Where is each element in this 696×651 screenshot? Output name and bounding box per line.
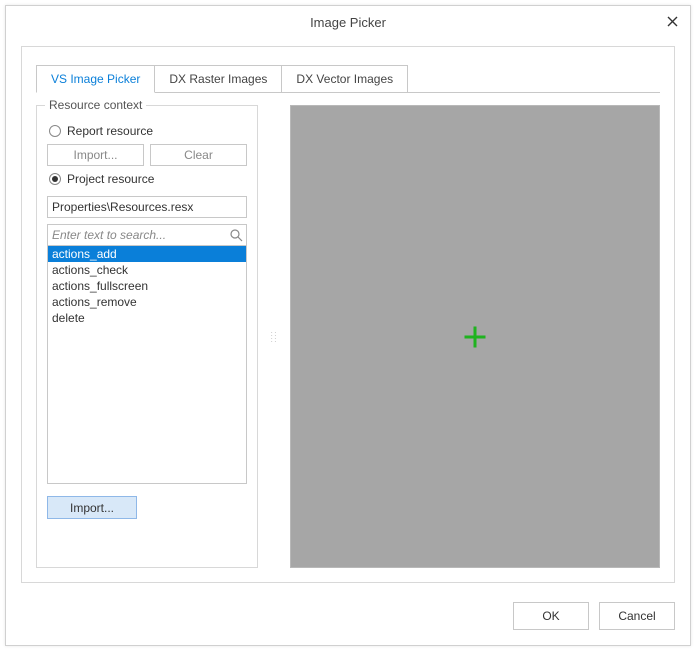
- button-label: Import...: [73, 148, 117, 162]
- radio-icon: [49, 173, 61, 185]
- resource-listbox[interactable]: actions_add actions_check actions_fullsc…: [47, 246, 247, 484]
- image-preview-panel: [290, 105, 660, 568]
- list-item-label: actions_fullscreen: [52, 279, 148, 293]
- import-report-button: Import...: [47, 144, 144, 166]
- tab-dx-raster-images[interactable]: DX Raster Images: [154, 65, 282, 93]
- report-buttons-row: Import... Clear: [47, 144, 247, 166]
- tab-vs-image-picker[interactable]: VS Image Picker: [36, 65, 155, 93]
- window-title: Image Picker: [310, 15, 386, 30]
- radio-icon: [49, 125, 61, 137]
- radio-label: Project resource: [67, 172, 154, 186]
- list-item[interactable]: actions_add: [48, 246, 246, 262]
- tab-label: VS Image Picker: [51, 72, 140, 86]
- radio-label: Report resource: [67, 124, 153, 138]
- search-input[interactable]: [47, 224, 247, 246]
- close-button[interactable]: [662, 12, 682, 32]
- button-label: Import...: [70, 501, 114, 515]
- report-resource-radio[interactable]: Report resource: [49, 124, 247, 138]
- cancel-button[interactable]: Cancel: [599, 602, 675, 630]
- splitter-handle[interactable]: ········: [270, 105, 278, 568]
- dialog-body-frame: VS Image Picker DX Raster Images DX Vect…: [21, 46, 675, 583]
- tabstrip: VS Image Picker DX Raster Images DX Vect…: [36, 65, 407, 93]
- tab-dx-vector-images[interactable]: DX Vector Images: [281, 65, 408, 93]
- resx-path-input[interactable]: [47, 196, 247, 218]
- dialog-window: Image Picker VS Image Picker DX Raster I…: [5, 5, 691, 646]
- list-item-label: actions_remove: [52, 295, 137, 309]
- list-item[interactable]: actions_check: [48, 262, 246, 278]
- tab-label: DX Vector Images: [296, 72, 393, 86]
- clear-report-button: Clear: [150, 144, 247, 166]
- button-label: Cancel: [618, 609, 655, 623]
- list-item[interactable]: actions_fullscreen: [48, 278, 246, 294]
- resource-context-legend: Resource context: [45, 98, 146, 112]
- close-icon: [667, 14, 678, 31]
- ok-button[interactable]: OK: [513, 602, 589, 630]
- import-project-button[interactable]: Import...: [47, 496, 137, 519]
- list-item[interactable]: delete: [48, 310, 246, 326]
- list-item-label: actions_check: [52, 263, 128, 277]
- resource-context-group: Resource context Report resource Import.…: [36, 105, 258, 568]
- list-item[interactable]: actions_remove: [48, 294, 246, 310]
- list-item-label: delete: [52, 311, 85, 325]
- preview-add-icon: [463, 325, 487, 349]
- button-label: OK: [542, 609, 559, 623]
- search-wrap: [47, 224, 247, 246]
- list-item-label: actions_add: [52, 247, 117, 261]
- search-icon: [229, 228, 243, 242]
- dialog-footer: OK Cancel: [513, 602, 675, 630]
- content-body: Resource context Report resource Import.…: [36, 105, 660, 568]
- button-label: Clear: [184, 148, 213, 162]
- tab-label: DX Raster Images: [169, 72, 267, 86]
- splitter-grip-icon: ········: [270, 331, 277, 343]
- project-resource-radio[interactable]: Project resource: [49, 172, 247, 186]
- titlebar: Image Picker: [6, 6, 690, 38]
